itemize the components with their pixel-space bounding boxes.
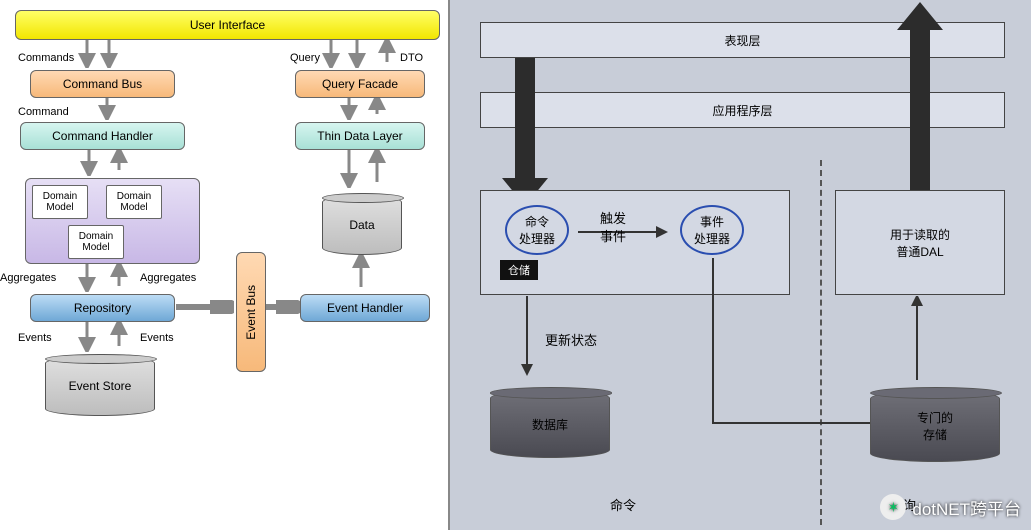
event-handler-circle: 事件 处理器	[680, 205, 744, 255]
database-label: 数据库	[532, 416, 568, 433]
cmd-handler-label: 命令 处理器	[519, 213, 555, 247]
repo-tag: 仓储	[500, 260, 538, 280]
thin-data-layer-box: Thin Data Layer	[295, 122, 425, 150]
event-bus-box: Event Bus	[236, 252, 266, 372]
command-handler-box: Command Handler	[20, 122, 185, 150]
domain-model-1: Domain Model	[32, 185, 88, 219]
ui-box: User Interface	[15, 10, 440, 40]
query-label: Query	[290, 52, 320, 64]
command-bottom-label: 命令	[610, 495, 636, 514]
presentation-layer-label: 表现层	[724, 32, 760, 49]
dedicated-store-label: 专门的 存储	[917, 409, 953, 443]
big-arrow-down-icon	[500, 58, 550, 208]
trigger-label: 触发	[600, 208, 626, 227]
wechat-icon: ✶	[880, 494, 906, 520]
domain-model-3: Domain Model	[68, 225, 124, 259]
right-diagram: 表现层 应用程序层 命令 处理器 仓储 触发 事件 事件 处理器 用于读取的 普…	[450, 0, 1031, 530]
watermark-text: dotNET跨平台	[912, 495, 1021, 520]
domain-model-2: Domain Model	[106, 185, 162, 219]
big-arrow-up-icon	[895, 0, 945, 205]
commands-label: Commands	[18, 52, 74, 64]
command-handler-label: Command Handler	[52, 129, 153, 143]
event-store-label: Event Store	[69, 379, 132, 393]
command-bus-box: Command Bus	[30, 70, 175, 98]
cmd-handler-circle: 命令 处理器	[505, 205, 569, 255]
events-right-label: Events	[140, 332, 174, 344]
command-label: Command	[18, 106, 69, 118]
read-dal-label: 用于读取的 普通DAL	[890, 226, 950, 260]
left-diagram: User Interface Commands Command Bus Comm…	[0, 0, 450, 530]
event-handler-circle-label: 事件 处理器	[694, 213, 730, 247]
data-cyl: Data	[322, 195, 402, 255]
event-store-cyl: Event Store	[45, 356, 155, 416]
repository-label: Repository	[74, 301, 131, 315]
application-layer-label: 应用程序层	[712, 102, 772, 119]
event-bus-label: Event Bus	[244, 285, 258, 340]
event-word-label: 事件	[600, 226, 626, 245]
event-handler-label: Event Handler	[327, 301, 403, 315]
dto-label: DTO	[400, 52, 423, 64]
domain-container: Domain Model Domain Model Domain Model	[25, 178, 200, 264]
repo-tag-label: 仓储	[508, 265, 530, 277]
command-bus-label: Command Bus	[63, 77, 142, 91]
query-facade-box: Query Facade	[295, 70, 425, 98]
database-cyl: 数据库	[490, 390, 610, 458]
data-label: Data	[349, 218, 374, 232]
update-state-label: 更新状态	[545, 330, 597, 349]
ui-label: User Interface	[190, 18, 265, 32]
dedicated-store-cyl: 专门的 存储	[870, 390, 1000, 462]
query-facade-label: Query Facade	[322, 77, 398, 91]
events-left-label: Events	[18, 332, 52, 344]
thin-data-layer-label: Thin Data Layer	[317, 129, 402, 143]
watermark: ✶ dotNET跨平台	[880, 494, 1021, 520]
repository-box: Repository	[30, 294, 175, 322]
event-handler-box: Event Handler	[300, 294, 430, 322]
aggregates-right-label: Aggregates	[140, 272, 196, 284]
aggregates-left-label: Aggregates	[0, 272, 56, 284]
